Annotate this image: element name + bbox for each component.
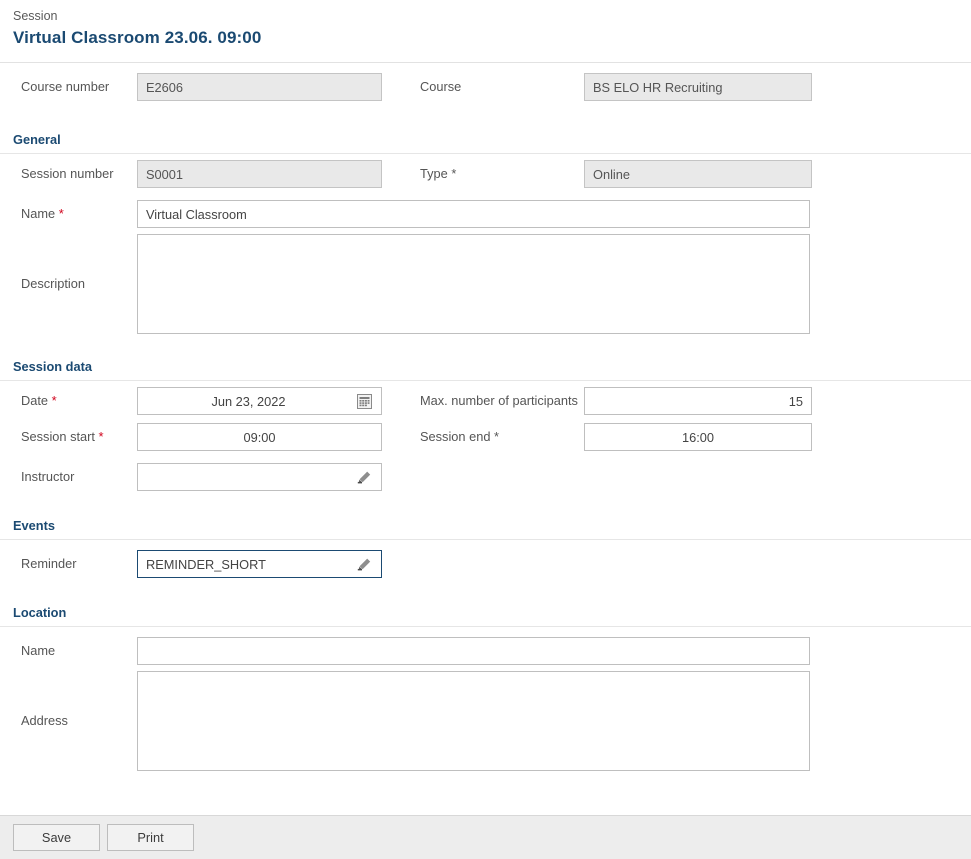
save-button[interactable]: Save xyxy=(13,824,100,851)
session-number-label: Session number xyxy=(21,166,114,181)
name-input[interactable]: Virtual Classroom xyxy=(137,200,810,228)
session-form-page: Session Virtual Classroom 23.06. 09:00 C… xyxy=(0,0,971,859)
course-value: BS ELO HR Recruiting xyxy=(593,79,723,95)
date-input[interactable]: Jun 23, 2022 xyxy=(137,387,382,415)
row-course: Course number E2606 Course BS ELO HR Rec… xyxy=(0,73,971,109)
session-start-value: 09:00 xyxy=(243,429,276,445)
row-session-times: Session start * 09:00 Session end * 16:0… xyxy=(0,423,971,459)
type-value: Online xyxy=(593,166,630,182)
row-date: Date * Jun 23, 2022 Max. number of parti… xyxy=(0,387,971,423)
breadcrumb: Session xyxy=(13,9,58,23)
session-end-required-marker: * xyxy=(494,429,499,444)
page-header: Session Virtual Classroom 23.06. 09:00 xyxy=(0,0,971,63)
course-number-label: Course number xyxy=(21,79,110,94)
footer-toolbar: Save Print xyxy=(0,815,971,859)
description-textarea[interactable] xyxy=(137,234,810,334)
reminder-input[interactable]: REMINDER_SHORT xyxy=(137,550,382,578)
session-end-value: 16:00 xyxy=(681,429,715,445)
reminder-value: REMINDER_SHORT xyxy=(146,556,266,572)
max-participants-input[interactable]: 15 xyxy=(584,387,812,415)
type-field: Online xyxy=(584,160,812,188)
location-address-textarea[interactable] xyxy=(137,671,810,771)
instructor-label: Instructor xyxy=(21,469,75,484)
location-name-label: Name xyxy=(21,643,56,658)
section-session-data-heading: Session data xyxy=(0,346,971,381)
date-label: Date * xyxy=(21,393,57,408)
name-required-marker: * xyxy=(58,206,64,221)
session-end-input[interactable]: 16:00 xyxy=(584,423,812,451)
date-required-marker: * xyxy=(51,393,57,408)
row-location-name: Name xyxy=(0,633,971,669)
location-name-input[interactable] xyxy=(137,637,810,665)
course-label: Course xyxy=(420,79,462,94)
max-participants-label: Max. number of participants xyxy=(420,393,578,408)
name-value: Virtual Classroom xyxy=(146,206,247,222)
pencil-icon[interactable] xyxy=(355,468,373,486)
description-label: Description xyxy=(21,276,86,291)
session-start-label: Session start * xyxy=(21,429,104,444)
location-address-label: Address xyxy=(21,713,68,728)
instructor-input[interactable] xyxy=(137,463,382,491)
session-start-required-marker: * xyxy=(98,429,104,444)
row-name: Name * Virtual Classroom xyxy=(0,196,971,232)
calendar-icon[interactable] xyxy=(355,392,373,410)
print-button[interactable]: Print xyxy=(107,824,194,851)
max-participants-value: 15 xyxy=(788,393,803,409)
session-end-label: Session end * xyxy=(420,429,499,444)
name-label: Name * xyxy=(21,206,64,221)
type-required-marker: * xyxy=(451,166,457,181)
row-instructor: Instructor xyxy=(0,459,971,495)
section-location-heading: Location xyxy=(0,592,971,627)
row-reminder: Reminder REMINDER_SHORT xyxy=(0,546,971,582)
row-description: Description xyxy=(0,232,971,336)
pencil-icon[interactable] xyxy=(355,555,373,573)
page-title: Virtual Classroom 23.06. 09:00 xyxy=(13,28,262,47)
row-session-number: Session number S0001 Type * Online xyxy=(0,160,971,196)
reminder-label: Reminder xyxy=(21,556,77,571)
section-events-heading: Events xyxy=(0,505,971,540)
type-label: Type * xyxy=(420,166,457,181)
session-number-value: S0001 xyxy=(146,166,184,182)
form-body: Course number E2606 Course BS ELO HR Rec… xyxy=(0,63,971,773)
session-start-input[interactable]: 09:00 xyxy=(137,423,382,451)
row-location-address: Address xyxy=(0,669,971,773)
course-field: BS ELO HR Recruiting xyxy=(584,73,812,101)
section-general-heading: General xyxy=(0,119,971,154)
session-number-field: S0001 xyxy=(137,160,382,188)
course-number-field: E2606 xyxy=(137,73,382,101)
course-number-value: E2606 xyxy=(146,79,184,95)
date-value: Jun 23, 2022 xyxy=(211,393,286,409)
